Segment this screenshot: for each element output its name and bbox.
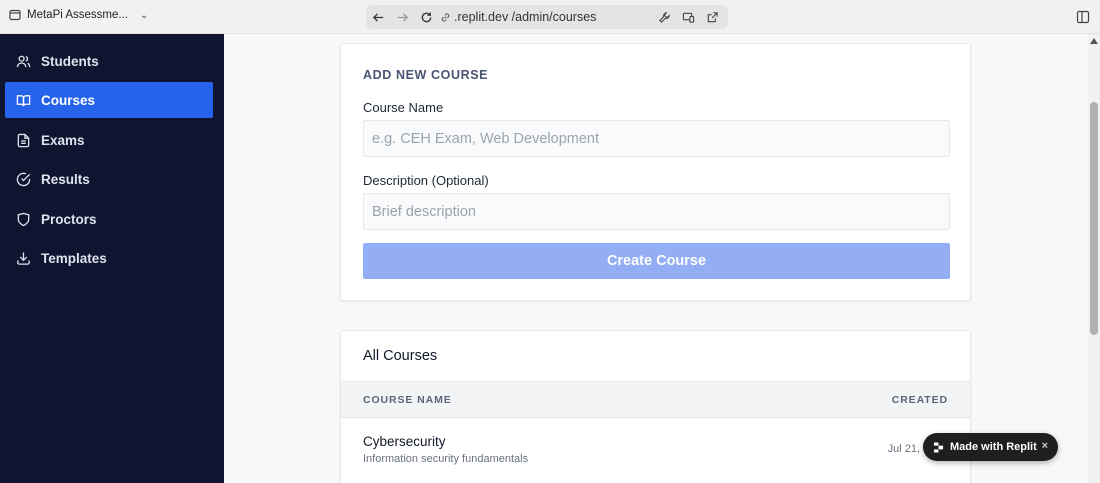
sidebar-item-label: Results xyxy=(41,171,90,187)
sidebar-item-courses[interactable]: Courses xyxy=(5,82,213,118)
table-header: COURSE NAME CREATED xyxy=(341,381,970,418)
sidebar-item-label: Students xyxy=(41,53,99,69)
section-title: ADD NEW COURSE xyxy=(363,68,489,82)
external-link-icon xyxy=(707,11,718,22)
sidebar-toggle-icon[interactable] xyxy=(1076,10,1090,24)
forward-button[interactable] xyxy=(390,5,414,29)
close-icon[interactable]: × xyxy=(1042,440,1048,452)
main-content: ADD NEW COURSE Course Name Description (… xyxy=(224,34,1088,483)
sidebar-item-proctors[interactable]: Proctors xyxy=(5,201,213,237)
sidebar-item-label: Proctors xyxy=(41,211,97,227)
scrollbar[interactable] xyxy=(1088,34,1100,483)
back-button[interactable] xyxy=(366,5,390,29)
wrench-icon xyxy=(658,11,670,23)
sidebar-item-exams[interactable]: Exams xyxy=(5,122,213,158)
sidebar-item-label: Templates xyxy=(41,250,107,266)
devtools-button[interactable] xyxy=(652,5,676,29)
column-header-course-name: COURSE NAME xyxy=(363,394,452,406)
link-icon xyxy=(441,12,450,22)
scrollbar-thumb[interactable] xyxy=(1090,102,1098,335)
course-name-input[interactable] xyxy=(363,120,950,157)
browser-tab[interactable]: MetaPi Assessme... ⌄ xyxy=(9,9,148,21)
devices-button[interactable] xyxy=(676,5,700,29)
scroll-up-arrow-icon[interactable] xyxy=(1090,38,1098,44)
url-text: .replit.dev /admin/courses xyxy=(454,10,597,24)
browser-bar: MetaPi Assessme... ⌄ .replit.dev /admin/… xyxy=(0,0,1100,34)
sidebar-item-students[interactable]: Students xyxy=(5,43,213,79)
arrow-right-icon xyxy=(397,12,408,22)
devices-icon xyxy=(682,12,694,23)
open-external-button[interactable] xyxy=(700,5,724,29)
description-input[interactable] xyxy=(363,193,950,230)
sidebar-item-label: Courses xyxy=(41,92,96,108)
description-label: Description (Optional) xyxy=(363,173,489,188)
sidebar: Students Courses Exams Results Proctors … xyxy=(0,34,224,483)
tab-title: MetaPi Assessme... xyxy=(27,9,128,21)
all-courses-card: All Courses COURSE NAME CREATED Cybersec… xyxy=(340,330,971,483)
course-name-label: Course Name xyxy=(363,100,444,115)
users-icon xyxy=(16,55,31,67)
all-courses-title: All Courses xyxy=(363,348,438,364)
reload-button[interactable] xyxy=(414,5,438,29)
file-text-icon xyxy=(17,133,30,147)
sidebar-item-results[interactable]: Results xyxy=(5,161,213,197)
chevron-down-icon[interactable]: ⌄ xyxy=(140,10,148,21)
add-course-card: ADD NEW COURSE Course Name Description (… xyxy=(340,43,971,301)
course-created-date: Jul 21, xyxy=(887,443,920,455)
book-open-icon xyxy=(16,94,31,106)
badge-label: Made with Replit xyxy=(950,441,1037,453)
shield-icon xyxy=(17,212,30,226)
reload-icon xyxy=(421,11,431,22)
url-display[interactable]: .replit.dev /admin/courses xyxy=(440,10,596,24)
arrow-left-icon xyxy=(372,12,383,22)
window-icon xyxy=(9,9,21,21)
replit-logo-icon xyxy=(933,441,944,453)
sidebar-item-templates[interactable]: Templates xyxy=(5,240,213,276)
url-bar[interactable]: .replit.dev /admin/courses xyxy=(366,5,728,29)
column-header-created: CREATED xyxy=(891,394,948,406)
check-circle-icon xyxy=(16,172,31,186)
download-icon xyxy=(17,251,30,265)
course-name: Cybersecurity xyxy=(363,434,446,449)
create-course-button[interactable]: Create Course xyxy=(363,243,950,279)
sidebar-item-label: Exams xyxy=(41,132,85,148)
course-description: Information security fundamentals xyxy=(363,453,529,465)
made-with-replit-badge[interactable]: Made with Replit × xyxy=(923,433,1058,461)
